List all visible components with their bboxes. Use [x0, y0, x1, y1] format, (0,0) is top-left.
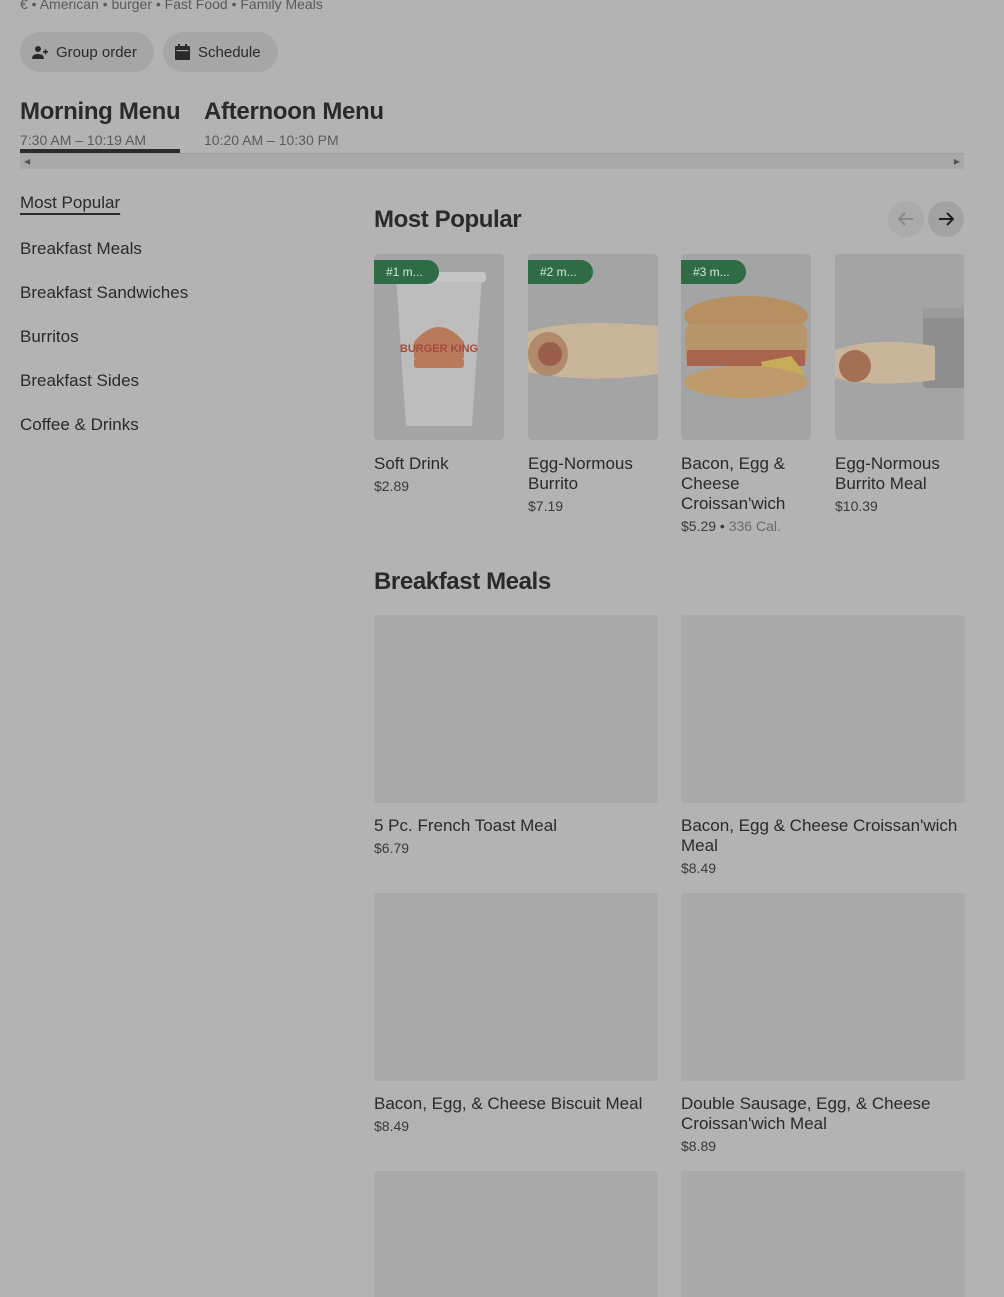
meal-item-card[interactable]: Bacon, Egg & Cheese Croissan'wich Meal $…	[681, 615, 965, 876]
meal-image-placeholder	[681, 893, 965, 1081]
popular-item-calories: 336 Cal.	[728, 518, 781, 534]
popular-item-price: $10.39	[835, 498, 878, 514]
popular-item-price-row: $7.19	[528, 498, 658, 514]
restaurant-tags: € • American • burger • Fast Food • Fami…	[20, 0, 323, 12]
meal-item-card[interactable]: Bacon, Egg, & Cheese Biscuit Meal $8.49	[374, 893, 658, 1134]
meal-image-placeholder	[374, 893, 658, 1081]
sidebar-item-breakfast-sides[interactable]: Breakfast Sides	[20, 371, 139, 391]
tab-afternoon-menu[interactable]: Afternoon Menu 10:20 AM – 10:30 PM	[204, 98, 384, 148]
meal-item-price: $6.79	[374, 840, 410, 856]
popular-item-card[interactable]: #2 m... Egg-Normous Burrito $7.19	[528, 254, 658, 514]
sidebar-item-breakfast-meals[interactable]: Breakfast Meals	[20, 239, 142, 259]
product-image: #2 m...	[528, 254, 658, 440]
meal-item-name: Bacon, Egg & Cheese Croissan'wich Meal	[681, 816, 958, 855]
rank-badge: #1 m...	[374, 260, 439, 284]
sidebar-item-most-popular[interactable]: Most Popular	[20, 193, 120, 213]
popular-item-name: Egg-Normous Burrito Meal	[835, 454, 940, 493]
meal-image-placeholder	[374, 615, 658, 803]
carousel-prev-button[interactable]	[888, 201, 924, 237]
arrow-right-icon	[939, 212, 954, 226]
popular-item-price-row: $10.39	[835, 498, 964, 514]
meal-image-placeholder	[681, 1171, 965, 1297]
meal-item-card[interactable]: Double Sausage, Egg, & Cheese Croissan'w…	[681, 893, 965, 1154]
popular-item-name: Soft Drink	[374, 454, 449, 473]
rank-badge: #2 m...	[528, 260, 593, 284]
meal-image-placeholder	[681, 615, 965, 803]
meal-item-name: Double Sausage, Egg, & Cheese Croissan'w…	[681, 1094, 931, 1133]
popular-item-card[interactable]: #3 m... Bacon, Egg & Cheese Croissan'wic…	[681, 254, 811, 534]
group-order-button[interactable]: Group order	[20, 32, 154, 72]
meal-item-card[interactable]	[374, 1171, 658, 1297]
scroll-right-icon[interactable]: ▶	[954, 157, 960, 166]
popular-carousel: BURGER KING #1 m... Soft Drink $2.89 #2 …	[374, 254, 964, 544]
popular-item-price: $2.89	[374, 478, 410, 494]
meal-item-name: 5 Pc. French Toast Meal	[374, 816, 557, 835]
rank-badge: #3 m...	[681, 260, 746, 284]
group-order-label: Group order	[56, 43, 137, 61]
schedule-label: Schedule	[198, 43, 261, 61]
arrow-left-icon	[898, 212, 913, 226]
meal-item-name: Bacon, Egg, & Cheese Biscuit Meal	[374, 1094, 643, 1113]
person-add-icon	[32, 46, 48, 59]
menu-tab-title: Morning Menu	[20, 98, 181, 125]
popular-item-card[interactable]: Egg-Normous Burrito Meal $10.39	[835, 254, 964, 514]
popular-item-price: $7.19	[528, 498, 564, 514]
sidebar-item-breakfast-sandwiches[interactable]: Breakfast Sandwiches	[20, 283, 188, 303]
meal-image-placeholder	[374, 1171, 658, 1297]
popular-item-name: Egg-Normous Burrito	[528, 454, 633, 493]
meal-item-price: $8.49	[374, 1118, 410, 1134]
meal-item-card[interactable]: 5 Pc. French Toast Meal $6.79	[374, 615, 658, 856]
schedule-button[interactable]: Schedule	[163, 32, 278, 72]
menu-tab-title: Afternoon Menu	[204, 98, 384, 125]
scroll-left-icon[interactable]: ◀	[24, 157, 30, 166]
meal-item-price: $8.49	[681, 860, 717, 876]
calendar-icon	[175, 44, 190, 60]
horizontal-scrollbar[interactable]: ◀ ▶	[20, 153, 964, 169]
product-image: BURGER KING #1 m...	[374, 254, 504, 440]
popular-item-name: Bacon, Egg & Cheese Croissan'wich	[681, 454, 786, 513]
popular-item-price: $5.29	[681, 518, 717, 534]
carousel-next-button[interactable]	[928, 201, 964, 237]
popular-item-price-row: $5.29 • 336 Cal.	[681, 518, 781, 534]
meal-item-card[interactable]	[681, 1171, 965, 1297]
section-title-most-popular: Most Popular	[374, 206, 522, 233]
sidebar-item-burritos[interactable]: Burritos	[20, 327, 79, 347]
sidebar-item-coffee-drinks[interactable]: Coffee & Drinks	[20, 415, 139, 435]
popular-item-price-row: $2.89	[374, 478, 504, 494]
logo-text: BURGER KING	[400, 343, 478, 355]
popular-item-card[interactable]: BURGER KING #1 m... Soft Drink $2.89	[374, 254, 504, 494]
product-image: #3 m...	[681, 254, 811, 440]
product-image	[835, 254, 964, 440]
tab-morning-menu[interactable]: Morning Menu 7:30 AM – 10:19 AM	[20, 98, 181, 148]
section-title-breakfast-meals: Breakfast Meals	[374, 568, 551, 595]
meal-item-price: $8.89	[681, 1138, 717, 1154]
menu-tab-hours: 7:30 AM – 10:19 AM	[20, 132, 147, 148]
menu-tab-hours: 10:20 AM – 10:30 PM	[204, 132, 339, 148]
